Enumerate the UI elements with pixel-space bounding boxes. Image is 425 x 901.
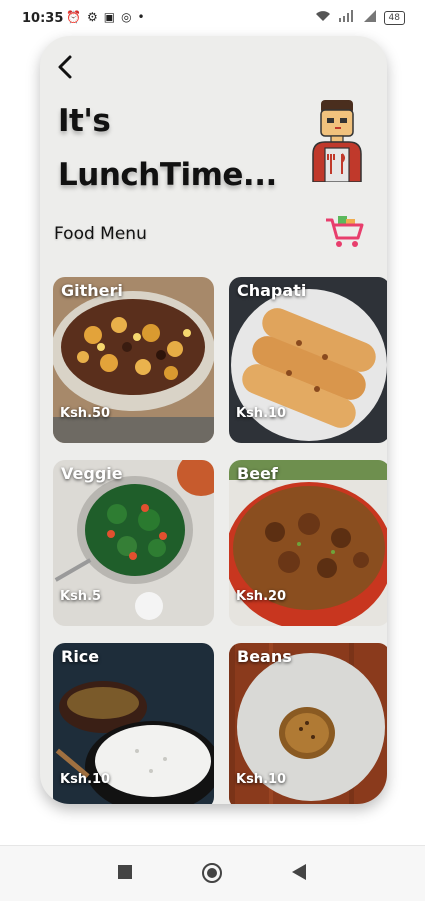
home-button[interactable] bbox=[201, 862, 223, 888]
system-icons: 48 bbox=[315, 10, 405, 25]
gear-icon: ⚙ bbox=[86, 10, 98, 24]
recents-button[interactable] bbox=[118, 864, 132, 883]
cart-button[interactable] bbox=[324, 212, 366, 250]
food-item-price: Ksh.10 bbox=[60, 772, 111, 787]
notification-icons: ⏰ ⚙ ▣ ◎ • bbox=[66, 10, 145, 24]
back-arrow-icon bbox=[58, 55, 72, 79]
title-line-2: LunchTime... bbox=[58, 157, 277, 193]
back-button[interactable] bbox=[52, 52, 80, 82]
food-item-name: Beef bbox=[237, 464, 278, 483]
food-item-name: Beans bbox=[237, 647, 292, 666]
food-item-price: Ksh.5 bbox=[60, 589, 102, 604]
food-item-name: Githeri bbox=[61, 281, 123, 300]
alarm-icon: ⏰ bbox=[66, 10, 81, 24]
food-item-beans[interactable]: Beans Ksh.10 bbox=[229, 643, 387, 804]
shopping-cart-icon bbox=[326, 216, 364, 247]
page-title: It's LunchTime... bbox=[58, 94, 277, 202]
food-item-price: Ksh.50 bbox=[60, 406, 111, 421]
news-icon: ▣ bbox=[103, 10, 116, 24]
lunch-card: It's LunchTime... Food Menu Githeri Ksh.… bbox=[40, 36, 387, 804]
signal-icon-2 bbox=[363, 10, 377, 25]
title-line-1: It's bbox=[58, 103, 111, 139]
food-item-name: Chapati bbox=[237, 281, 307, 300]
home-circle-icon bbox=[202, 863, 222, 883]
back-triangle-icon bbox=[292, 864, 306, 880]
food-item-price: Ksh.10 bbox=[236, 406, 287, 421]
chef-avatar-icon bbox=[312, 100, 362, 182]
status-bar: 10:35 ⏰ ⚙ ▣ ◎ • 48 bbox=[0, 0, 425, 38]
section-title: Food Menu bbox=[54, 224, 147, 244]
food-item-githeri[interactable]: Githeri Ksh.50 bbox=[53, 277, 214, 443]
signal-icon bbox=[338, 10, 356, 25]
food-item-veggie[interactable]: Veggie Ksh.5 bbox=[53, 460, 214, 626]
nav-back-button[interactable] bbox=[292, 864, 306, 884]
food-item-chapati[interactable]: Chapati Ksh.10 bbox=[229, 277, 387, 443]
wifi-icon bbox=[315, 10, 331, 25]
food-item-price: Ksh.20 bbox=[236, 589, 287, 604]
stop-square-icon bbox=[118, 865, 132, 879]
food-item-rice[interactable]: Rice Ksh.10 bbox=[53, 643, 214, 804]
battery-icon: 48 bbox=[383, 10, 405, 25]
whatsapp-icon: ◎ bbox=[121, 10, 132, 24]
status-time: 10:35 bbox=[22, 11, 64, 26]
food-item-name: Veggie bbox=[61, 464, 123, 483]
food-item-price: Ksh.10 bbox=[236, 772, 287, 787]
food-item-name: Rice bbox=[61, 647, 100, 666]
navigation-bar bbox=[0, 845, 425, 901]
food-item-beef[interactable]: Beef Ksh.20 bbox=[229, 460, 387, 626]
dot-icon: • bbox=[137, 10, 145, 24]
